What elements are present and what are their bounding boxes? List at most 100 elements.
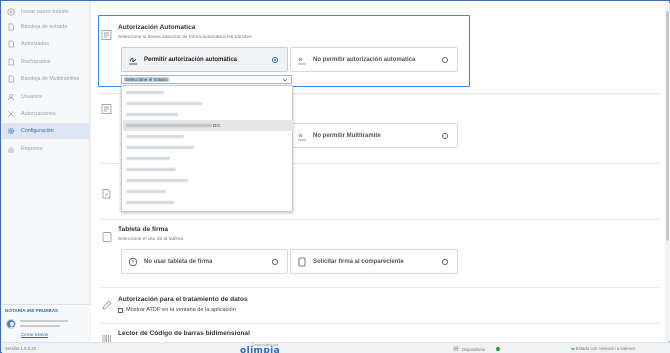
document-edit-icon [101,188,113,200]
allow-auto-auth-option[interactable]: Permitir autorización automática [121,47,288,72]
settings-panel: Autorización Automatica Seleccione si de… [91,2,669,342]
avatar [6,319,16,329]
allow-auto-auth-label: Permitir autorización automática [144,56,238,63]
deny-auto-auth-radio[interactable] [442,56,448,63]
dropdown-option[interactable] [123,142,293,153]
dropdown-option[interactable] [123,98,293,109]
status-bar: Versión 1.0.0.22 Desarrollado por olimpi… [2,342,670,353]
redacted-notary-name [126,190,166,193]
redacted-notary-name [126,102,202,105]
sidebar-item-inbox[interactable]: Bandeja de entrada [2,19,90,35]
document-icon [7,58,15,66]
redacted-notary-name [126,168,176,171]
dropdown-option[interactable] [123,186,293,197]
document-icon [7,75,15,83]
redacted-notary-name [126,113,178,116]
data-auth-title: Autorización para el tratamiento de dato… [118,296,248,303]
app-version: Versión 1.0.0.22 [5,346,37,351]
user-icon [7,93,15,101]
sidebar-item-new-procedure[interactable]: Iniciar nuevo trámite [2,4,90,20]
deny-multitramite-label: No permitir Multitramite [313,132,381,139]
devices-online-indicator [495,347,500,351]
devices-icon [453,346,459,352]
user-email-redacted [20,325,60,327]
redacted-notary-name [126,91,164,94]
deny-multitramite-radio[interactable] [442,132,448,139]
redacted-notary-name [126,201,174,204]
pen-icon [101,299,113,311]
sidebar-item-reports[interactable]: Reportes [2,141,90,157]
no-tablet-radio[interactable] [272,258,278,265]
notary-dropdown-list: DO [121,85,293,212]
atdp-checkbox[interactable] [118,307,123,313]
sidebar-item-label: Reportes [21,146,43,152]
tablet-icon [101,231,113,243]
sidebar-item-authorized[interactable]: Autorizados [2,36,90,52]
dropdown-option[interactable] [123,153,293,164]
deny-multitramite-option[interactable]: No permitir Multitramite [290,123,458,148]
brand-logo: olimpia [240,346,281,353]
barcode-icon [101,333,113,342]
user-title: NOTARÍA 360 PRUEBAS [5,308,59,313]
document-icon [7,40,15,48]
user-name-redacted [20,320,68,322]
scrollbar[interactable] [665,3,670,341]
no-tablet-label: No usar tableta de firma [144,258,213,265]
dropdown-option[interactable] [123,197,293,208]
signature-cross-icon [297,55,307,65]
atdp-checkbox-label: Mostrar ATDP en la ventana de la aplicac… [126,307,236,313]
atdp-checkbox-row[interactable]: Mostrar ATDP en la ventana de la aplicac… [118,307,236,313]
info-circle-icon [128,257,138,267]
redacted-notary-name [126,157,170,160]
deny-auto-auth-label: No permitir autorización automatica [313,56,416,63]
dropdown-option[interactable] [123,87,293,98]
notary-select[interactable]: Seleccione el notario [121,75,292,84]
sidebar-item-label: Bandeja de Multitrámites [21,76,80,82]
dropdown-option[interactable] [123,175,293,186]
sidebar-item-multitramite-inbox[interactable]: Bandeja de Multitrámites [2,71,90,87]
logout-link[interactable]: Cerrar Sesión [21,332,48,337]
section-divider [101,219,659,220]
allow-auto-auth-radio[interactable] [272,56,278,63]
section-divider [101,323,659,324]
user-panel: NOTARÍA 360 PRUEBAS Cerrar Sesión [2,304,90,342]
signature-cross-icon [297,131,307,141]
request-signature-option[interactable]: Solicitar firma al compareciente [290,249,458,274]
plus-circle-icon [7,8,15,16]
sidebar-item-label: Configuración [21,128,54,134]
sidebar-item-label: Bandeja de entrada [21,24,68,30]
tools-icon [7,110,15,118]
sidebar-item-label: Rechazados [21,59,51,65]
scrollbar-thumb[interactable] [666,11,669,241]
dropdown-option[interactable] [123,131,293,142]
section-divider [101,287,659,288]
sidebar-item-label: Iniciar nuevo trámite [21,9,69,15]
sidebar: Iniciar nuevo trámite Bandeja de entrada… [2,2,90,342]
redacted-notary-name [126,124,212,127]
auto-auth-subtitle: Seleccione si desea autorizar de forma a… [118,35,252,40]
app-window: Iniciar nuevo trámite Bandeja de entrada… [0,0,670,353]
dropdown-option[interactable] [123,109,293,120]
sidebar-item-label: Autorizados [21,41,49,47]
sidebar-item-settings[interactable]: Configuración [2,123,90,139]
deny-auto-auth-option[interactable]: No permitir autorización automatica [290,47,458,72]
sidebar-item-users[interactable]: Usuarios [2,89,90,105]
signature-tablet-title: Tableta de firma [118,226,169,233]
dropdown-option-highlighted[interactable]: DO [123,120,293,131]
connection-icon: ⇆ [571,346,575,351]
list-icon [101,29,113,41]
notary-select-value: Seleccione el notario [124,77,169,82]
no-tablet-option[interactable]: No usar tableta de firma [121,249,288,274]
bar-chart-icon [7,145,15,153]
connection-status: ⇆ Estado con conexión a internet [571,346,635,352]
sidebar-item-label: Usuarios [21,94,42,100]
sidebar-item-authorizations[interactable]: Autorizaciones [2,106,90,122]
sidebar-item-rejected[interactable]: Rechazados [2,54,90,70]
gear-icon [7,127,15,135]
sidebar-item-label: Autorizaciones [21,111,56,117]
devices-status[interactable]: Dispositivos [453,346,500,352]
connection-label: Estado con conexión a internet [575,346,635,351]
request-signature-radio[interactable] [442,258,448,265]
dropdown-option[interactable] [123,164,293,175]
auto-auth-title: Autorización Automatica [118,24,196,31]
